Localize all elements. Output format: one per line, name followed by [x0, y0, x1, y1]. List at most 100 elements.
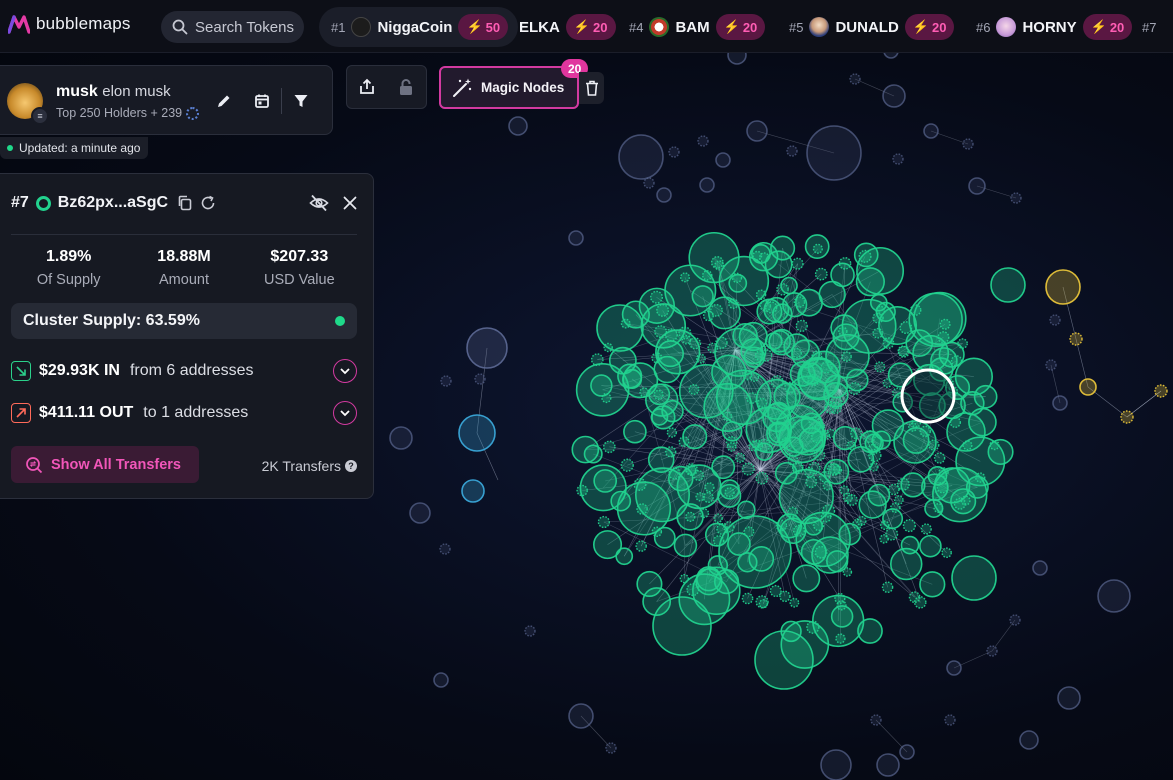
green-holder-bubble[interactable] [755, 289, 767, 300]
green-holder-bubble[interactable] [576, 484, 588, 497]
green-holder-bubble[interactable] [882, 337, 895, 349]
green-holder-bubble[interactable] [636, 570, 663, 598]
green-holder-bubble[interactable] [769, 584, 782, 598]
green-holder-bubble[interactable] [990, 267, 1026, 303]
faded-holder-bubble[interactable] [433, 672, 449, 688]
green-holder-bubble[interactable] [592, 530, 623, 560]
green-holder-bubble[interactable] [897, 345, 909, 357]
green-holder-bubble[interactable] [711, 455, 736, 480]
faded-holder-bubble[interactable] [923, 123, 939, 139]
green-holder-bubble[interactable] [666, 427, 678, 438]
yellow-holder-bubble[interactable] [1079, 378, 1097, 396]
green-holder-bubble[interactable] [789, 597, 800, 608]
date-range-button[interactable] [243, 88, 281, 114]
faded-holder-bubble[interactable] [1097, 579, 1131, 613]
green-holder-bubble[interactable] [710, 256, 724, 269]
green-holder-bubble[interactable] [797, 356, 840, 400]
green-holder-bubble[interactable] [845, 493, 858, 506]
faded-holder-bubble[interactable] [715, 152, 731, 168]
green-holder-bubble[interactable] [575, 363, 630, 417]
share-button[interactable] [347, 65, 387, 109]
green-holder-bubble[interactable] [652, 596, 712, 656]
ticker-item-1[interactable]: #1 NiggaCoin ⚡ 50 [319, 7, 519, 47]
ticker-item-6[interactable]: #6 HORNY ⚡ 20 [976, 7, 1133, 47]
green-holder-bubble[interactable] [808, 416, 821, 428]
faded-holder-bubble[interactable] [409, 502, 431, 524]
green-holder-bubble[interactable] [855, 267, 885, 297]
green-holder-bubble[interactable] [571, 435, 600, 464]
green-holder-bubble[interactable] [902, 519, 916, 533]
faded-holder-bubble[interactable] [849, 73, 861, 85]
green-holder-bubble[interactable] [814, 267, 828, 281]
ticker-item-2[interactable]: ELKA ⚡ 20 [519, 7, 616, 47]
green-holder-bubble[interactable] [676, 503, 704, 531]
green-holder-bubble[interactable] [830, 605, 854, 628]
faded-holder-bubble[interactable] [899, 744, 915, 760]
green-holder-bubble[interactable] [768, 328, 795, 356]
green-holder-bubble[interactable] [919, 571, 946, 598]
green-holder-bubble[interactable] [665, 446, 677, 458]
faded-holder-bubble[interactable] [643, 177, 655, 189]
green-holder-bubble[interactable] [896, 477, 910, 491]
faded-holder-bubble[interactable] [786, 145, 798, 157]
faded-holder-bubble[interactable] [508, 116, 528, 136]
faded-holder-bubble[interactable] [746, 120, 768, 142]
green-holder-bubble[interactable] [946, 412, 986, 452]
green-holder-bubble[interactable] [673, 533, 698, 558]
lock-button[interactable] [387, 65, 427, 109]
green-holder-bubble[interactable] [913, 596, 927, 609]
faded-holder-bubble[interactable] [946, 660, 962, 676]
green-holder-bubble[interactable] [685, 464, 697, 476]
green-holder-bubble[interactable] [748, 440, 760, 452]
green-holder-bubble[interactable] [810, 430, 824, 444]
green-holder-bubble[interactable] [756, 298, 783, 325]
green-holder-bubble[interactable] [741, 462, 755, 476]
faded-holder-bubble[interactable] [699, 177, 715, 193]
edit-button[interactable] [205, 88, 243, 114]
faded-holder-bubble[interactable] [668, 146, 680, 158]
green-holder-bubble[interactable] [875, 305, 886, 316]
wallet-address[interactable]: Bz62px...aSgC [58, 194, 168, 212]
faded-holder-bubble[interactable] [962, 138, 974, 150]
refresh-icon[interactable] [200, 195, 216, 211]
ticker-item-4[interactable]: #4 BAM ⚡ 20 [629, 7, 766, 47]
faded-holder-bubble[interactable] [870, 714, 882, 726]
green-holder-bubble[interactable] [754, 630, 814, 690]
green-holder-bubble[interactable] [717, 483, 742, 508]
faded-holder-bubble[interactable] [618, 134, 664, 180]
green-holder-bubble[interactable] [749, 372, 760, 382]
green-holder-bubble[interactable] [695, 568, 723, 596]
faded-holder-bubble[interactable] [820, 749, 852, 780]
copy-icon[interactable] [177, 195, 193, 211]
faded-holder-bubble[interactable] [986, 645, 998, 657]
green-holder-bubble[interactable] [879, 520, 890, 530]
green-holder-bubble[interactable] [871, 430, 891, 450]
green-holder-bubble[interactable] [656, 303, 670, 317]
green-holder-bubble[interactable] [702, 310, 714, 322]
ticker-item-5[interactable]: #5 DUNALD ⚡ 20 [789, 7, 955, 47]
magic-nodes-button[interactable]: Magic Nodes [439, 66, 579, 109]
green-holder-bubble[interactable] [856, 515, 867, 527]
green-holder-bubble[interactable] [900, 535, 920, 555]
faded-holder-bubble[interactable] [697, 135, 709, 147]
green-holder-bubble[interactable] [623, 419, 647, 444]
clear-magic-nodes-button[interactable] [579, 72, 604, 104]
green-holder-bubble[interactable] [702, 491, 714, 503]
logo[interactable]: bubblemaps [8, 14, 131, 34]
yellow-holder-bubble[interactable] [1045, 269, 1081, 305]
green-holder-bubble[interactable] [755, 471, 769, 485]
faded-holder-bubble[interactable] [568, 703, 594, 729]
green-holder-bubble[interactable] [787, 454, 799, 466]
green-holder-bubble[interactable] [960, 495, 971, 506]
faded-holder-bubble[interactable] [1009, 614, 1021, 626]
yellow-holder-bubble[interactable] [1154, 384, 1168, 398]
green-holder-bubble[interactable] [650, 408, 669, 426]
green-holder-bubble[interactable] [713, 513, 723, 523]
green-holder-bubble[interactable] [874, 361, 886, 373]
green-holder-bubble[interactable] [755, 378, 797, 420]
green-holder-bubble[interactable] [653, 355, 681, 384]
green-holder-bubble[interactable] [867, 483, 891, 507]
green-holder-bubble[interactable] [678, 364, 734, 419]
green-holder-bubble[interactable] [779, 590, 791, 603]
green-holder-bubble[interactable] [755, 595, 769, 609]
